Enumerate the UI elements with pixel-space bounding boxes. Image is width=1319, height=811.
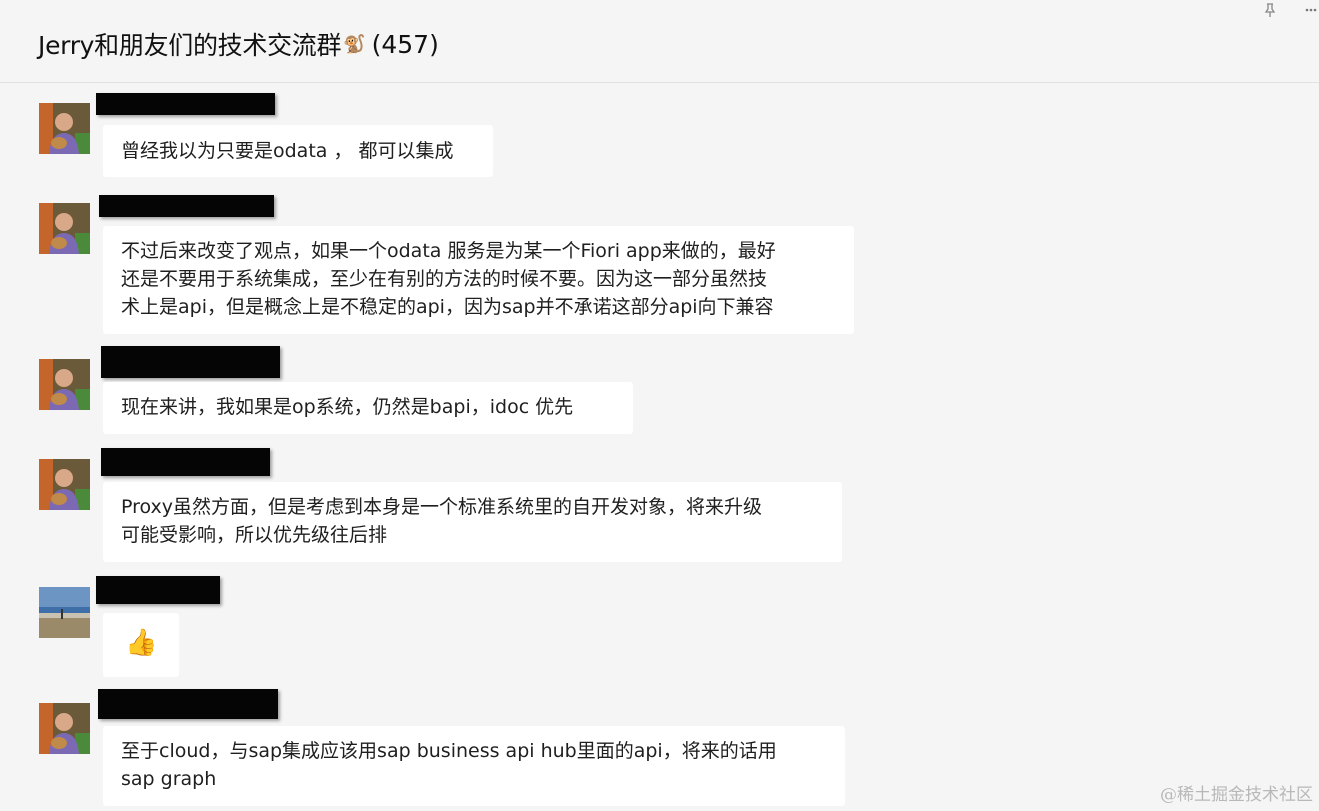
message-bubble[interactable]: 至于cloud，与sap集成应该用sap business api hub里面的… (103, 726, 845, 806)
sender-name-redacted (99, 195, 274, 217)
message-text: Proxy虽然方面，但是考虑到本身是一个标准系统里的自开发对象，将来升级 (121, 496, 763, 518)
message-text: 还是不要用于系统集成，至少在有别的方法的时候不要。因为这一部分虽然技 (121, 268, 768, 290)
message-text: 至于cloud，与sap集成应该用sap business api hub里面的… (121, 740, 777, 762)
avatar-person-icon[interactable] (39, 203, 90, 254)
chat-title-group[interactable]: Jerry和朋友们的技术交流群 🐒 (457) (38, 26, 439, 62)
more-icon[interactable] (1304, 2, 1318, 18)
avatar-person-icon[interactable] (39, 103, 90, 154)
monkey-emoji-icon: 🐒 (343, 33, 366, 55)
chat-header: Jerry和朋友们的技术交流群 🐒 (457) (0, 0, 1319, 83)
sender-name-redacted (98, 689, 278, 719)
message-text: 现在来讲，我如果是op系统，仍然是bapi，idoc 优先 (121, 396, 574, 418)
message-bubble[interactable]: 现在来讲，我如果是op系统，仍然是bapi，idoc 优先 (103, 382, 633, 434)
watermark: @稀土掘金技术社区 (1160, 785, 1313, 805)
chat-title: Jerry和朋友们的技术交流群 (38, 31, 342, 60)
pin-icon[interactable] (1262, 2, 1278, 18)
message-bubble[interactable]: 不过后来改变了观点，如果一个odata 服务是为某一个Fiori app来做的，… (103, 226, 854, 334)
message-text: 曾经我以为只要是odata ， 都可以集成 (121, 140, 454, 162)
message-text: 术上是api，但是概念上是不稳定的api，因为sap并不承诺这部分api向下兼容 (121, 296, 774, 318)
avatar-person-icon[interactable] (39, 359, 90, 410)
message-bubble[interactable]: 👍 (103, 613, 179, 677)
member-count: (457) (371, 29, 439, 59)
sender-name-redacted (96, 576, 220, 604)
message-bubble[interactable]: Proxy虽然方面，但是考虑到本身是一个标准系统里的自开发对象，将来升级 可能受… (103, 482, 842, 562)
avatar-landscape-icon[interactable] (39, 587, 90, 638)
message-bubble[interactable]: 曾经我以为只要是odata ， 都可以集成 (103, 125, 493, 177)
sender-name-redacted (101, 346, 280, 378)
avatar-person-icon[interactable] (39, 459, 90, 510)
message-text: 不过后来改变了观点，如果一个odata 服务是为某一个Fiori app来做的，… (121, 240, 776, 262)
thumbs-up-emoji-icon: 👍 (125, 628, 158, 658)
message-text: sap graph (121, 768, 217, 790)
avatar-person-icon[interactable] (39, 703, 90, 754)
sender-name-redacted (96, 93, 275, 115)
message-text: 可能受影响，所以优先级往后排 (121, 524, 388, 546)
sender-name-redacted (101, 448, 270, 476)
